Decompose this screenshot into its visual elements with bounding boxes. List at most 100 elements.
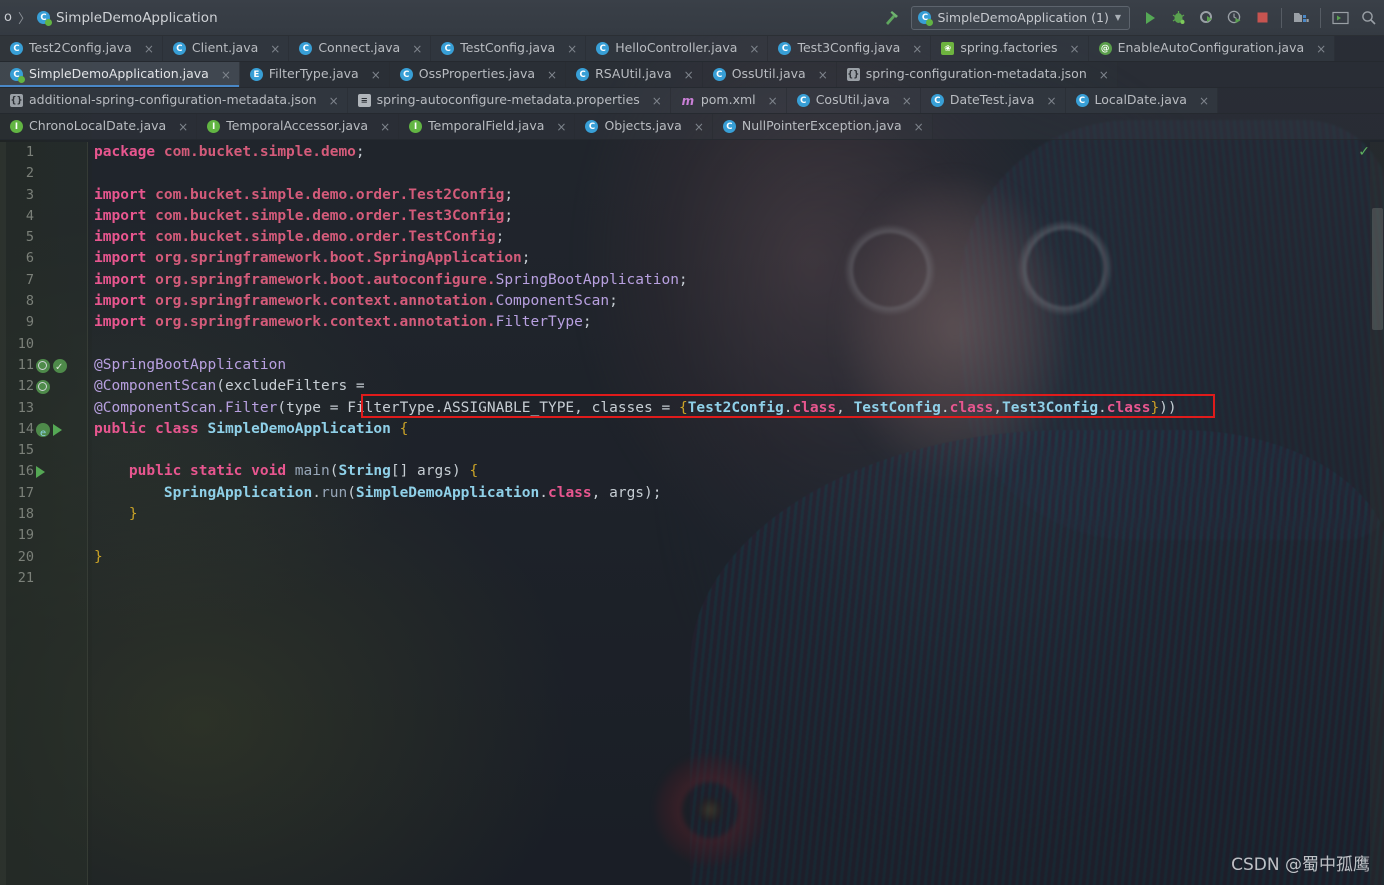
toolbar-divider <box>1281 7 1282 28</box>
tab-nullpointerexception-java[interactable]: C NullPointerException.java × <box>712 114 933 139</box>
code-line[interactable]: 21 <box>0 568 1384 589</box>
run-method-icon[interactable] <box>36 466 45 479</box>
tab-test3config-java[interactable]: C Test3Config.java × <box>768 36 932 61</box>
close-icon[interactable]: × <box>221 69 231 81</box>
debug-button[interactable] <box>1164 4 1192 32</box>
code-line[interactable]: 3 import com.bucket.simple.demo.order.Tes… <box>0 185 1384 206</box>
tab-temporalfield-java[interactable]: I TemporalField.java × <box>399 114 576 139</box>
run-configuration-selector[interactable]: C SimpleDemoApplication (1) ▼ <box>911 5 1130 30</box>
close-icon[interactable]: × <box>768 95 778 107</box>
tab-temporalaccessor-java[interactable]: I TemporalAccessor.java × <box>197 114 400 139</box>
close-icon[interactable]: × <box>547 69 557 81</box>
scrollbar-thumb[interactable] <box>1372 208 1383 330</box>
close-icon[interactable]: × <box>652 95 662 107</box>
code-line[interactable]: 5 import com.bucket.simple.demo.order.Tes… <box>0 227 1384 248</box>
tab-ossproperties-java[interactable]: C OssProperties.java × <box>389 62 567 87</box>
profile-button[interactable] <box>1220 4 1248 32</box>
close-icon[interactable]: × <box>329 95 339 107</box>
close-icon[interactable]: × <box>380 121 390 133</box>
project-structure-button[interactable] <box>1287 4 1315 32</box>
run-class-icon[interactable] <box>53 423 62 436</box>
code-line[interactable]: 9 import org.springframework.context.anno… <box>0 312 1384 333</box>
tab-cosutil-java[interactable]: C CosUtil.java × <box>786 88 921 113</box>
tab-label: HelloController.java <box>615 40 738 56</box>
code-line[interactable]: 13 @ComponentScan.Filter(type = FilterTyp… <box>0 398 1384 419</box>
interface-icon: I <box>10 120 23 133</box>
close-icon[interactable]: × <box>1316 43 1326 55</box>
code-line[interactable]: 19 <box>0 525 1384 546</box>
breadcrumb[interactable]: o 〉 C SimpleDemoApplication <box>0 8 218 28</box>
tab-pom-xml[interactable]: m pom.xml × <box>670 88 787 113</box>
close-icon[interactable]: × <box>412 43 422 55</box>
tab-localdate-java[interactable]: C LocalDate.java × <box>1065 88 1219 113</box>
close-icon[interactable]: × <box>818 69 828 81</box>
code-line[interactable]: 7 import org.springframework.boot.autocon… <box>0 270 1384 291</box>
tab-label: TemporalField.java <box>428 118 545 134</box>
bean-icon[interactable] <box>36 379 50 394</box>
code-line[interactable]: 12 @ComponentScan(excludeFilters = <box>0 376 1384 397</box>
tab-spring-autoconfigure-metadata-properties[interactable]: ≡ spring-autoconfigure-metadata.propertie… <box>347 88 671 113</box>
tab-spring-configuration-metadata-json[interactable]: {} spring-configuration-metadata.json × <box>836 62 1118 87</box>
tab-datetest-java[interactable]: C DateTest.java × <box>920 88 1066 113</box>
tab-test2config-java[interactable]: C Test2Config.java × <box>0 36 163 61</box>
close-icon[interactable]: × <box>1199 95 1209 107</box>
code-line[interactable]: 18 } <box>0 504 1384 525</box>
close-icon[interactable]: × <box>556 121 566 133</box>
tab-hellocontroller-java[interactable]: C HelloController.java × <box>586 36 769 61</box>
tab-filtertype-java[interactable]: E FilterType.java × <box>239 62 390 87</box>
code-line[interactable]: 17 SpringApplication.run(SimpleDemoAppli… <box>0 483 1384 504</box>
tab-enableautoconfiguration-java[interactable]: @ EnableAutoConfiguration.java × <box>1088 36 1336 61</box>
class-icon: C <box>399 68 413 81</box>
close-icon[interactable]: × <box>1046 95 1056 107</box>
close-icon[interactable]: × <box>144 43 154 55</box>
close-icon[interactable]: × <box>912 43 922 55</box>
tab-row-filler <box>1335 36 1384 61</box>
tab-client-java[interactable]: C Client.java × <box>162 36 290 61</box>
code-line[interactable]: 2 <box>0 163 1384 184</box>
search-everywhere-button[interactable] <box>1354 4 1382 32</box>
close-icon[interactable]: × <box>567 43 577 55</box>
close-icon[interactable]: × <box>270 43 280 55</box>
tab-spring-factories[interactable]: ❀ spring.factories × <box>931 36 1089 61</box>
tab-objects-java[interactable]: C Objects.java × <box>575 114 713 139</box>
code-editor[interactable]: 1 package com.bucket.simple.demo; 2 3 import… <box>0 142 1384 885</box>
code-line[interactable]: 14public class SimpleDemoApplication { <box>0 419 1384 444</box>
tab-connect-java[interactable]: C Connect.java × <box>289 36 432 61</box>
tab-ossutil-java[interactable]: C OssUtil.java × <box>702 62 837 87</box>
close-icon[interactable]: × <box>1099 69 1109 81</box>
spring-bean-icon[interactable] <box>36 422 50 444</box>
tab-additional-spring-configuration-metadata-json[interactable]: {} additional-spring-configuration-metada… <box>0 88 348 113</box>
code-line[interactable]: 4 import com.bucket.simple.demo.order.Tes… <box>0 206 1384 227</box>
run-with-coverage-button[interactable] <box>1192 4 1220 32</box>
code-line[interactable]: 8 import org.springframework.context.anno… <box>0 291 1384 312</box>
tab-chronolocaldate-java[interactable]: I ChronoLocalDate.java × <box>0 114 198 139</box>
code-line[interactable]: 20} <box>0 547 1384 568</box>
close-icon[interactable]: × <box>902 95 912 107</box>
editor-marker-scrollbar[interactable] <box>1370 142 1384 885</box>
code-line[interactable]: 6 import org.springframework.boot.SpringA… <box>0 248 1384 269</box>
close-icon[interactable]: × <box>178 121 188 133</box>
code-line[interactable]: 10 <box>0 334 1384 355</box>
stop-button[interactable] <box>1248 4 1276 32</box>
code-line[interactable]: 15 <box>0 440 1384 461</box>
code-line[interactable]: 1 package com.bucket.simple.demo; <box>0 142 1384 163</box>
code-text: SpringApplication.run(SimpleDemoApplicat… <box>163 484 662 501</box>
close-icon[interactable]: × <box>371 69 381 81</box>
code-line[interactable]: 16 public static void main(String[] args… <box>0 461 1384 482</box>
terminal-button[interactable] <box>1326 4 1354 32</box>
tab-testconfig-java[interactable]: C TestConfig.java × <box>431 36 587 61</box>
tab-rsautil-java[interactable]: C RSAUtil.java × <box>566 62 703 87</box>
tab-simpledemoapplication-java[interactable]: C SimpleDemoApplication.java × <box>0 62 240 87</box>
code-line[interactable]: 11@SpringBootApplication <box>0 355 1384 378</box>
annotation-icon: @ <box>1098 42 1112 55</box>
close-icon[interactable]: × <box>749 43 759 55</box>
close-icon[interactable]: × <box>694 121 704 133</box>
inspection-ok-icon[interactable]: ✓ <box>1358 144 1370 160</box>
close-icon[interactable]: × <box>914 121 924 133</box>
build-hammer-icon[interactable] <box>877 4 905 32</box>
run-button[interactable] <box>1136 4 1164 32</box>
bean-check-icon[interactable] <box>53 357 67 378</box>
close-icon[interactable]: × <box>1070 43 1080 55</box>
close-icon[interactable]: × <box>684 69 694 81</box>
bean-icon[interactable] <box>36 358 50 373</box>
